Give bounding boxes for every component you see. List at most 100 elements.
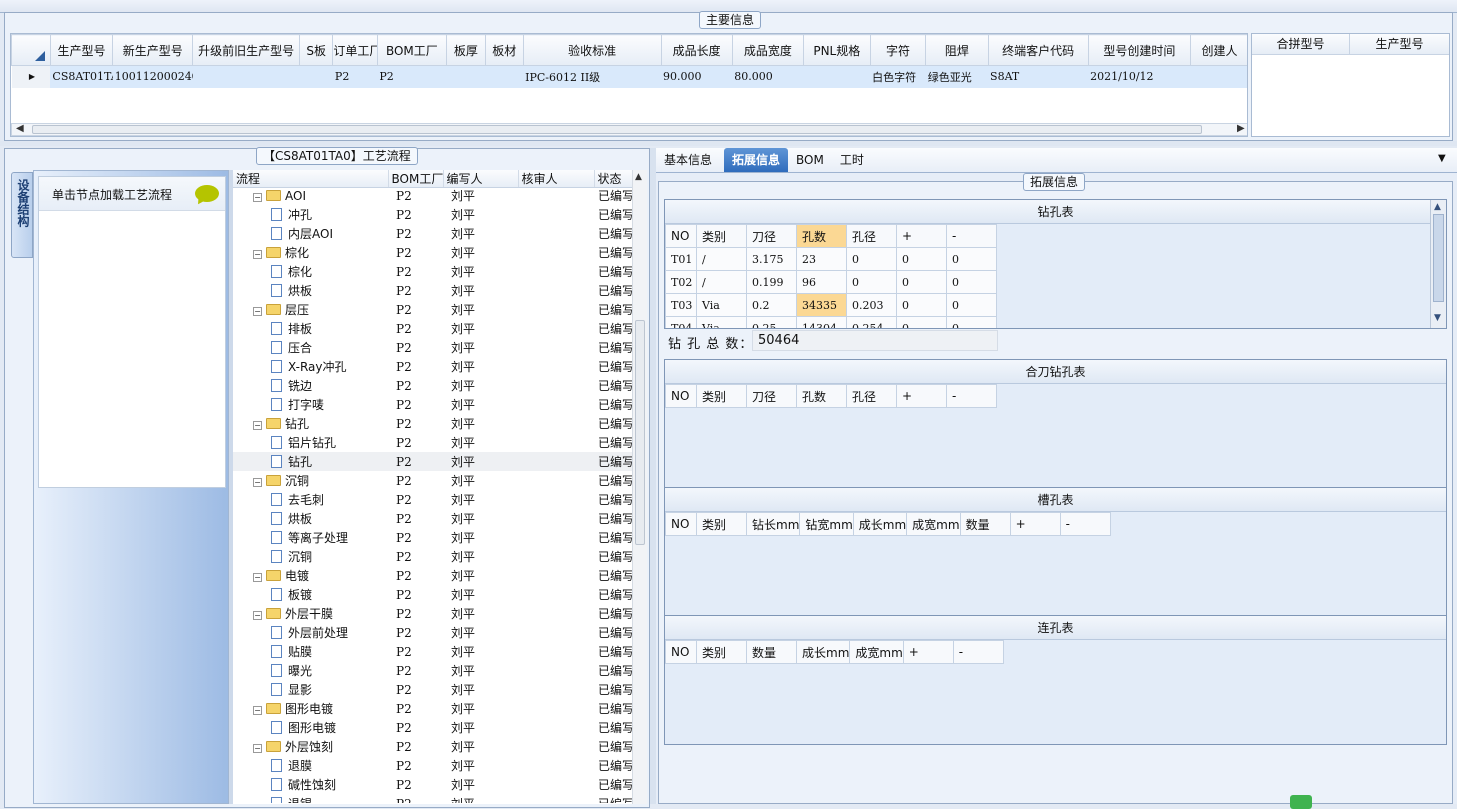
scroll-right-arrow-icon[interactable]: ▶ — [1237, 123, 1245, 134]
table-cell[interactable]: 0.199 — [746, 270, 797, 294]
tree-node[interactable]: 贴膜 — [233, 642, 388, 661]
cell[interactable] — [1190, 65, 1247, 88]
drill-scroll-thumb[interactable] — [1433, 214, 1444, 302]
table-cell[interactable]: 23 — [796, 247, 847, 271]
tree-node[interactable]: − 沉铜 — [233, 471, 388, 490]
column-header[interactable]: 订单工厂 — [332, 34, 378, 66]
tree-row[interactable]: 内层AOI P2 刘平 已编写 — [233, 224, 633, 243]
collapse-icon[interactable]: − — [253, 192, 262, 202]
tree-node[interactable]: 碱性蚀刻 — [233, 775, 388, 794]
collapse-icon[interactable]: − — [253, 307, 262, 316]
tree-node[interactable]: − 外层干膜 — [233, 604, 388, 623]
cell[interactable]: IPC-6012 II级 — [523, 65, 662, 88]
table-row[interactable]: T03 Via 0.2 34335 0.203 0 0 — [665, 293, 997, 317]
column-header[interactable]: 创建人 — [1189, 34, 1247, 66]
scroll-up-arrow-icon[interactable]: ▲ — [1434, 202, 1441, 212]
table-cell[interactable]: 0 — [896, 293, 947, 317]
tree-column-header[interactable]: BOM工厂 — [388, 170, 444, 188]
table-column-header[interactable]: NO — [665, 384, 697, 408]
table-cell[interactable]: 0.254 — [846, 316, 897, 328]
table-column-header[interactable]: - — [952, 640, 1004, 664]
collapse-icon[interactable]: − — [253, 478, 262, 487]
cell[interactable]: S8AT — [988, 65, 1089, 88]
table-cell[interactable]: 34335 — [796, 293, 847, 317]
table-column-header[interactable]: + — [896, 384, 947, 408]
table-row[interactable]: T01/3.175 23 0 0 0 — [665, 247, 997, 271]
tree-node[interactable]: 去毛刺 — [233, 490, 388, 509]
tree-row[interactable]: − 沉铜 P2 刘平 已编写 — [233, 471, 633, 490]
table-cell[interactable]: 0.25 — [746, 316, 797, 328]
tree-node[interactable]: 外层前处理 — [233, 623, 388, 642]
table-column-header[interactable]: 孔数 — [796, 384, 847, 408]
tree-row[interactable]: − 外层蚀刻 P2 刘平 已编写 — [233, 737, 633, 756]
tree-node[interactable]: 显影 — [233, 680, 388, 699]
table-cell[interactable]: 0.203 — [846, 293, 897, 317]
table-column-header[interactable]: 类别 — [696, 640, 747, 664]
drill-vscrollbar[interactable]: ▲ ▼ — [1430, 200, 1446, 328]
tree-row[interactable]: − 外层干膜 P2 刘平 已编写 — [233, 604, 633, 623]
cell[interactable]: P2 — [377, 65, 447, 88]
cell[interactable]: 白色字符 — [870, 65, 926, 88]
scroll-thumb[interactable] — [32, 125, 1202, 134]
column-header[interactable]: 终端客户代码 — [987, 34, 1089, 66]
column-header[interactable]: S板 — [299, 34, 334, 66]
tree-row[interactable]: 打字唛 P2 刘平 已编写 — [233, 395, 633, 414]
collapse-icon[interactable]: − — [253, 611, 262, 620]
table-cell[interactable]: 0 — [896, 316, 947, 328]
cell[interactable] — [485, 65, 524, 88]
tree-row[interactable]: 去毛刺 P2 刘平 已编写 — [233, 490, 633, 509]
cell[interactable]: 10011200024099 — [112, 65, 193, 88]
tab-basic-info[interactable]: 基本信息 — [656, 148, 720, 172]
tree-row[interactable]: − AOI P2 刘平 已编写 — [233, 188, 633, 205]
tab-bom[interactable]: BOM — [788, 148, 832, 172]
cell[interactable]: 80.000 — [732, 65, 804, 88]
table-column-header[interactable]: 钻长mm — [745, 512, 801, 536]
tree-node[interactable]: 铝片钻孔 — [233, 433, 388, 452]
tree-node[interactable]: 打字唛 — [233, 395, 388, 414]
table-cell[interactable]: 0 — [946, 270, 997, 294]
table-cell[interactable]: 0 — [946, 247, 997, 271]
cell[interactable] — [192, 65, 300, 88]
table-cell[interactable]: 0 — [946, 316, 997, 328]
table-column-header[interactable]: 成长mm — [795, 640, 851, 664]
table-column-header[interactable]: 类别 — [696, 224, 747, 248]
horizontal-splitter[interactable] — [0, 141, 1457, 146]
table-column-header[interactable]: 成长mm — [852, 512, 908, 536]
table-column-header[interactable]: + — [1009, 512, 1061, 536]
table-column-header[interactable]: - — [946, 224, 997, 248]
cell[interactable] — [446, 65, 486, 88]
collapse-icon[interactable]: − — [253, 421, 262, 430]
tree-row[interactable]: 退膜 P2 刘平 已编写 — [233, 756, 633, 775]
tree-node[interactable]: 冲孔 — [233, 205, 388, 224]
column-header[interactable]: 验收标准 — [522, 34, 662, 66]
tree-node[interactable]: 棕化 — [233, 262, 388, 281]
column-header[interactable]: 升级前旧生产型号 — [192, 34, 301, 66]
scroll-left-arrow-icon[interactable]: ◀ — [16, 123, 24, 134]
tree-row[interactable]: 图形电镀 P2 刘平 已编写 — [233, 718, 633, 737]
table-column-header[interactable]: NO — [665, 640, 697, 664]
column-header[interactable]: 板厚 — [445, 34, 486, 66]
tree-row[interactable]: 碱性蚀刻 P2 刘平 已编写 — [233, 775, 633, 794]
tree-row[interactable]: 排板 P2 刘平 已编写 — [233, 319, 633, 338]
table-column-header[interactable]: 类别 — [696, 384, 747, 408]
tree-node[interactable]: X-Ray冲孔 — [233, 357, 388, 376]
tree-column-header[interactable]: 状态 — [594, 170, 634, 188]
table-column-header[interactable]: 刀径 — [746, 384, 797, 408]
tree-node[interactable]: − AOI — [233, 188, 388, 205]
cell[interactable]: 绿色亚光 — [925, 65, 989, 88]
table-column-header[interactable]: 类别 — [696, 512, 747, 536]
column-header[interactable]: 成品宽度 — [731, 34, 804, 66]
tree-row[interactable]: − 层压 P2 刘平 已编写 — [233, 300, 633, 319]
table-cell[interactable]: 14304 — [796, 316, 847, 328]
tree-node[interactable]: 板镀 — [233, 585, 388, 604]
table-column-header[interactable]: 钻宽mm — [799, 512, 854, 536]
tree-row[interactable]: − 电镀 P2 刘平 已编写 — [233, 566, 633, 585]
table-column-header[interactable]: 数量 — [746, 640, 797, 664]
table-cell[interactable]: T02 — [665, 270, 697, 294]
tree-column-header[interactable]: 流程 — [233, 170, 389, 188]
table-column-header[interactable]: + — [902, 640, 954, 664]
table-column-header[interactable]: + — [896, 224, 947, 248]
table-cell[interactable]: T03 — [665, 293, 697, 317]
table-cell[interactable]: Via — [696, 293, 747, 317]
column-header[interactable]: 生产型号 — [49, 34, 114, 66]
